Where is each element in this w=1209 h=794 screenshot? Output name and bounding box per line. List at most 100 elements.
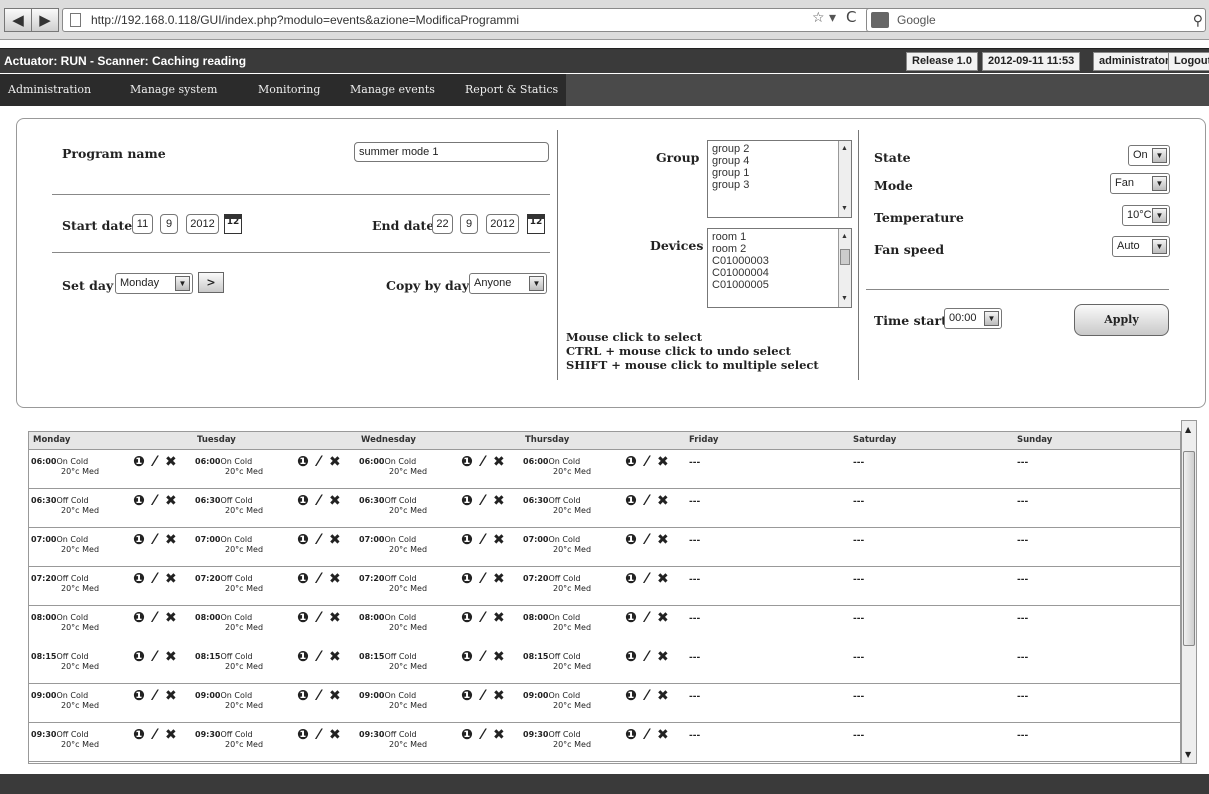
search-input[interactable]: Google ⚲	[866, 8, 1206, 32]
event-actions-icon[interactable]: ❶ ⁄ ✖	[625, 688, 671, 704]
end-day-input[interactable]: 22	[432, 214, 453, 234]
event-actions-icon[interactable]: ❶ ⁄ ✖	[133, 649, 179, 665]
start-day-input[interactable]: 11	[132, 214, 153, 234]
search-icon[interactable]: ⚲	[1193, 9, 1203, 31]
start-month-input[interactable]: 9	[160, 214, 178, 234]
event-actions-icon[interactable]: ❶ ⁄ ✖	[461, 454, 507, 470]
schedule-event[interactable]: 08:00On Cold 20°c Med	[359, 613, 427, 633]
event-actions-icon[interactable]: ❶ ⁄ ✖	[625, 532, 671, 548]
schedule-event[interactable]: 06:30Off Cold 20°c Med	[359, 496, 427, 516]
group-listbox[interactable]: group 2 group 4 group 1 group 3 ▲ ▼	[707, 140, 852, 218]
event-actions-icon[interactable]: ❶ ⁄ ✖	[625, 727, 671, 743]
schedule-event[interactable]: 07:20Off Cold 20°c Med	[195, 574, 263, 594]
event-actions-icon[interactable]: ❶ ⁄ ✖	[297, 493, 343, 509]
schedule-event[interactable]: 09:30Off Cold 20°c Med	[195, 730, 263, 750]
next-day-button[interactable]: >	[198, 272, 224, 293]
scroll-down-icon[interactable]: ▼	[841, 293, 848, 305]
end-month-input[interactable]: 9	[460, 214, 478, 234]
menu-report-statics[interactable]: Report & Statics	[465, 83, 558, 96]
list-item[interactable]: room 1	[712, 231, 847, 243]
schedule-event[interactable]: 08:15Off Cold 20°c Med	[195, 652, 263, 672]
schedule-event[interactable]: 07:20Off Cold 20°c Med	[523, 574, 591, 594]
list-item[interactable]: room 2	[712, 243, 847, 255]
refresh-icon[interactable]: C	[846, 8, 856, 26]
fan-speed-select[interactable]: Auto ▼	[1112, 236, 1170, 257]
schedule-event[interactable]: 09:00On Cold 20°c Med	[359, 691, 427, 711]
event-actions-icon[interactable]: ❶ ⁄ ✖	[133, 610, 179, 626]
menu-manage-system[interactable]: Manage system	[130, 83, 217, 96]
event-actions-icon[interactable]: ❶ ⁄ ✖	[625, 454, 671, 470]
forward-button[interactable]: ▶	[31, 8, 59, 32]
state-select[interactable]: On ▼	[1128, 145, 1170, 166]
list-item[interactable]: group 1	[712, 167, 847, 179]
menu-manage-events[interactable]: Manage events	[350, 83, 435, 96]
menu-monitoring[interactable]: Monitoring	[258, 83, 320, 96]
apply-button[interactable]: Apply	[1074, 304, 1169, 336]
schedule-event[interactable]: 07:20Off Cold 20°c Med	[31, 574, 99, 594]
event-actions-icon[interactable]: ❶ ⁄ ✖	[297, 610, 343, 626]
devices-scrollbar[interactable]: ▲ ▼	[838, 229, 851, 307]
end-year-input[interactable]: 2012	[486, 214, 519, 234]
time-start-select[interactable]: 00:00 ▼	[944, 308, 1002, 329]
scroll-thumb[interactable]	[1183, 451, 1195, 646]
schedule-event[interactable]: 06:30Off Cold 20°c Med	[523, 496, 591, 516]
schedule-event[interactable]: 07:00On Cold 20°c Med	[359, 535, 427, 555]
event-actions-icon[interactable]: ❶ ⁄ ✖	[461, 649, 507, 665]
event-actions-icon[interactable]: ❶ ⁄ ✖	[461, 610, 507, 626]
schedule-event[interactable]: 08:00On Cold 20°c Med	[31, 613, 99, 633]
schedule-event[interactable]: 09:00On Cold 20°c Med	[31, 691, 99, 711]
schedule-event[interactable]: 07:00On Cold 20°c Med	[523, 535, 591, 555]
schedule-event[interactable]: 06:30Off Cold 20°c Med	[31, 496, 99, 516]
list-item[interactable]: group 2	[712, 143, 847, 155]
scroll-down-icon[interactable]: ▼	[1185, 750, 1191, 759]
schedule-event[interactable]: 06:30Off Cold 20°c Med	[195, 496, 263, 516]
event-actions-icon[interactable]: ❶ ⁄ ✖	[461, 571, 507, 587]
event-actions-icon[interactable]: ❶ ⁄ ✖	[133, 454, 179, 470]
schedule-event[interactable]: 08:15Off Cold 20°c Med	[523, 652, 591, 672]
event-actions-icon[interactable]: ❶ ⁄ ✖	[133, 727, 179, 743]
event-actions-icon[interactable]: ❶ ⁄ ✖	[297, 571, 343, 587]
scroll-up-icon[interactable]: ▲	[841, 143, 848, 155]
scroll-up-icon[interactable]: ▲	[1185, 425, 1191, 434]
schedule-event[interactable]: 09:30Off Cold 20°c Med	[31, 730, 99, 750]
event-actions-icon[interactable]: ❶ ⁄ ✖	[625, 571, 671, 587]
user-badge[interactable]: administrator	[1093, 52, 1176, 71]
mode-select[interactable]: Fan ▼	[1110, 173, 1170, 194]
start-year-input[interactable]: 2012	[186, 214, 219, 234]
devices-listbox[interactable]: room 1 room 2 C01000003 C01000004 C01000…	[707, 228, 852, 308]
schedule-event[interactable]: 08:00On Cold 20°c Med	[523, 613, 591, 633]
event-actions-icon[interactable]: ❶ ⁄ ✖	[297, 649, 343, 665]
logout-button[interactable]: Logout	[1168, 52, 1209, 71]
event-actions-icon[interactable]: ❶ ⁄ ✖	[461, 727, 507, 743]
event-actions-icon[interactable]: ❶ ⁄ ✖	[297, 727, 343, 743]
bookmark-star-icon[interactable]: ☆ ▾	[812, 10, 836, 26]
event-actions-icon[interactable]: ❶ ⁄ ✖	[625, 493, 671, 509]
scroll-thumb[interactable]	[840, 249, 850, 265]
event-actions-icon[interactable]: ❶ ⁄ ✖	[297, 688, 343, 704]
scroll-down-icon[interactable]: ▼	[841, 203, 848, 215]
schedule-event[interactable]: 07:20Off Cold 20°c Med	[359, 574, 427, 594]
list-item[interactable]: C01000005	[712, 279, 847, 291]
event-actions-icon[interactable]: ❶ ⁄ ✖	[625, 610, 671, 626]
schedule-event[interactable]: 08:00On Cold 20°c Med	[195, 613, 263, 633]
list-item[interactable]: C01000004	[712, 267, 847, 279]
list-item[interactable]: group 4	[712, 155, 847, 167]
schedule-event[interactable]: 08:15Off Cold 20°c Med	[31, 652, 99, 672]
schedule-event[interactable]: 06:00On Cold 20°c Med	[195, 457, 263, 477]
group-scrollbar[interactable]: ▲ ▼	[838, 141, 851, 217]
schedule-scrollbar[interactable]: ▲ ▼	[1181, 420, 1197, 764]
end-calendar-icon[interactable]: 12	[527, 214, 545, 234]
scroll-up-icon[interactable]: ▲	[841, 231, 848, 243]
schedule-event[interactable]: 09:30Off Cold 20°c Med	[359, 730, 427, 750]
search-engine-icon[interactable]	[871, 12, 889, 28]
set-day-select[interactable]: Monday ▼	[115, 273, 193, 294]
event-actions-icon[interactable]: ❶ ⁄ ✖	[461, 688, 507, 704]
back-button[interactable]: ◀	[4, 8, 32, 32]
schedule-event[interactable]: 06:00On Cold 20°c Med	[523, 457, 591, 477]
schedule-event[interactable]: 07:00On Cold 20°c Med	[31, 535, 99, 555]
temperature-select[interactable]: 10°C ▼	[1122, 205, 1170, 226]
schedule-event[interactable]: 07:00On Cold 20°c Med	[195, 535, 263, 555]
event-actions-icon[interactable]: ❶ ⁄ ✖	[133, 688, 179, 704]
menu-administration[interactable]: Administration	[8, 83, 91, 96]
list-item[interactable]: C01000003	[712, 255, 847, 267]
